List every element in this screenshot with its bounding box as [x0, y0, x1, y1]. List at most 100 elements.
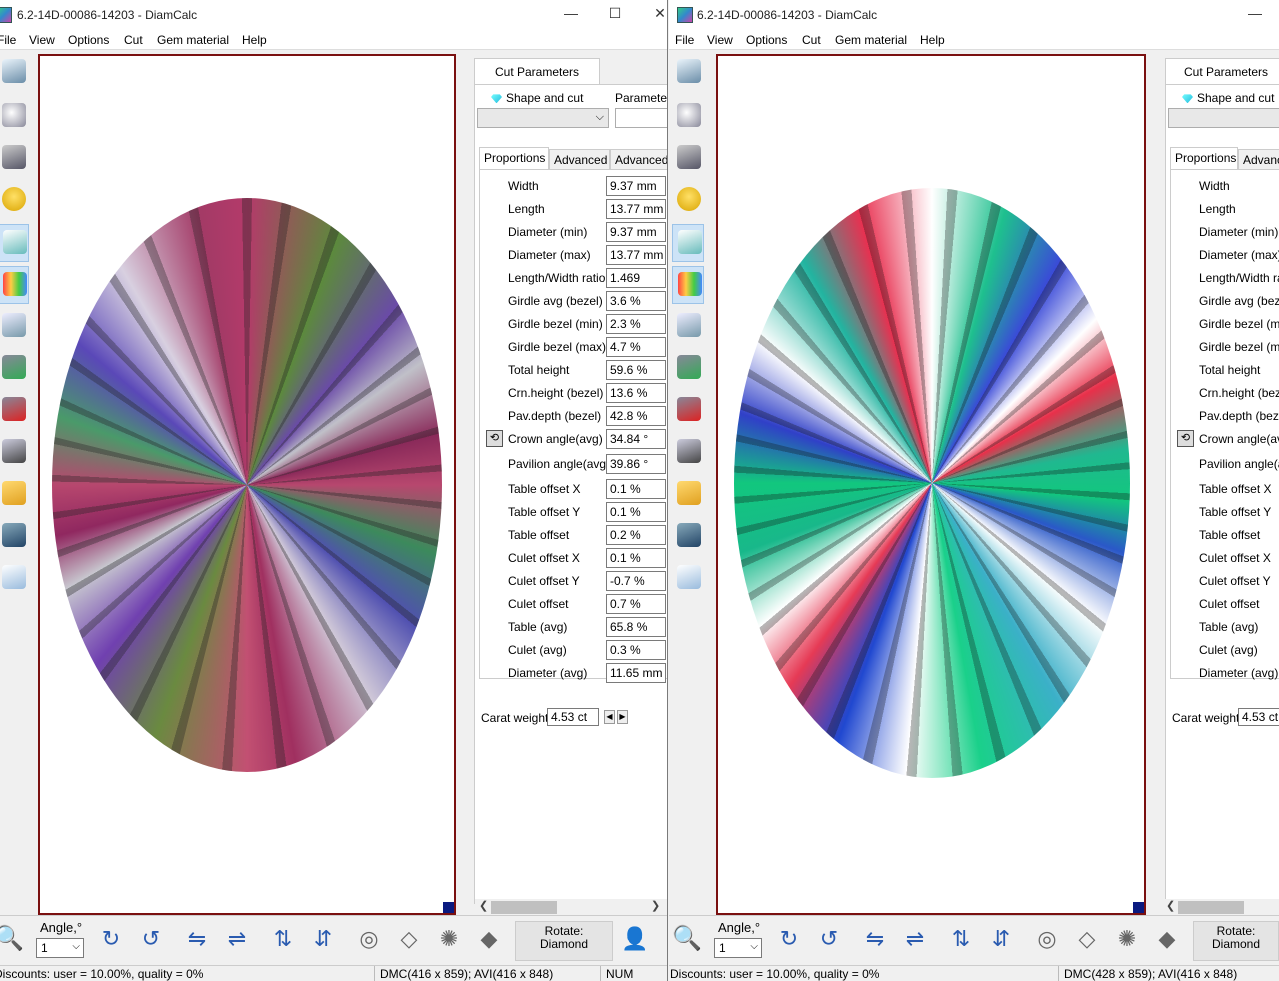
side-view-icon[interactable]: ◇ — [1072, 924, 1102, 954]
carat-decrease-button[interactable]: ◀ — [604, 710, 615, 724]
flip-horizontal-2-icon[interactable]: ⇌ — [900, 924, 930, 954]
minimize-icon[interactable]: — — [561, 5, 581, 21]
diamond-view-button[interactable] — [672, 54, 704, 92]
video-record-button[interactable] — [672, 392, 704, 430]
scroll-left-icon[interactable]: ❮ — [1166, 899, 1175, 912]
param-value-field[interactable]: 0.2 % — [606, 525, 666, 545]
rotate-ccw-icon[interactable]: ↺ — [814, 924, 844, 954]
param-value-field[interactable]: 0.1 % — [606, 479, 666, 499]
gem-material-button[interactable] — [672, 98, 704, 136]
param-value-field[interactable]: 13.6 % — [606, 383, 666, 403]
param-value-field[interactable]: 34.84 ° — [606, 429, 666, 449]
sparkle-diamond-button[interactable] — [672, 224, 704, 262]
panel-horizontal-scrollbar[interactable]: ❮ — [1162, 899, 1279, 916]
rotate-cw-icon[interactable]: ↻ — [774, 924, 804, 954]
user-icon[interactable]: 👤 — [620, 924, 650, 954]
screenshot-button[interactable] — [672, 308, 704, 346]
panel-horizontal-scrollbar[interactable]: ❮ ❯ — [475, 899, 667, 916]
menu-gem-material[interactable]: Gem material — [157, 33, 229, 47]
nav-corner-marker[interactable] — [1133, 902, 1144, 913]
rotate-ccw-icon[interactable]: ↺ — [136, 924, 166, 954]
param-value-field[interactable]: 11.65 mm — [606, 663, 666, 683]
open-file-button[interactable] — [0, 476, 29, 514]
tab-cut-parameters[interactable]: Cut Parameters — [1165, 58, 1279, 84]
param-value-field[interactable]: 0.1 % — [606, 502, 666, 522]
param-value-field[interactable]: 3.6 % — [606, 291, 666, 311]
maximize-icon[interactable]: ☐ — [605, 5, 625, 22]
shape-and-cut-select[interactable] — [1168, 108, 1279, 128]
menu-help[interactable]: Help — [920, 33, 945, 47]
tab-proportions[interactable]: Proportions — [1170, 147, 1238, 169]
rotate-cw-icon[interactable]: ↻ — [96, 924, 126, 954]
spectrum-button[interactable] — [672, 266, 704, 304]
zoom-icon[interactable]: 🔍 — [672, 924, 702, 954]
minimize-icon[interactable]: — — [1245, 5, 1265, 21]
bottom-view-icon[interactable]: ✺ — [1112, 924, 1142, 954]
menu-options[interactable]: Options — [68, 33, 109, 47]
param-value-field[interactable]: 39.86 ° — [606, 454, 666, 474]
param-value-field[interactable]: 65.8 % — [606, 617, 666, 637]
scroll-left-icon[interactable]: ❮ — [479, 899, 488, 912]
lock-angle-icon[interactable]: ⟲ — [486, 430, 503, 447]
carat-weight-field[interactable]: 4.53 ct — [1238, 708, 1279, 726]
menu-view[interactable]: View — [29, 33, 55, 47]
video-record-button[interactable] — [0, 392, 29, 430]
param-value-field[interactable]: 0.7 % — [606, 594, 666, 614]
zoom-icon[interactable]: 🔍 — [0, 924, 24, 954]
save-button[interactable] — [672, 518, 704, 556]
paint-bucket-button[interactable] — [0, 140, 29, 178]
paint-bucket-button[interactable] — [672, 140, 704, 178]
menu-help[interactable]: Help — [242, 33, 267, 47]
diamond-settings-button[interactable] — [672, 434, 704, 472]
video-play-button[interactable] — [0, 350, 29, 388]
gem-material-button[interactable] — [0, 98, 29, 136]
rotate-mode-button[interactable]: Rotate: Diamond — [1193, 921, 1279, 961]
flip-vertical-2-icon[interactable]: ⇵ — [308, 924, 338, 954]
word-export-button[interactable] — [672, 560, 704, 598]
scroll-right-icon[interactable]: ❯ — [651, 899, 660, 912]
menu-cut[interactable]: Cut — [124, 33, 143, 47]
parameters-select[interactable] — [615, 108, 667, 128]
flip-vertical-icon[interactable]: ⇅ — [946, 924, 976, 954]
param-value-field[interactable]: -0.7 % — [606, 571, 666, 591]
tab-advanced[interactable]: Advanced — [1238, 149, 1279, 169]
menu-cut[interactable]: Cut — [802, 33, 821, 47]
param-value-field[interactable]: 42.8 % — [606, 406, 666, 426]
menu-gem-material[interactable]: Gem material — [835, 33, 907, 47]
carat-increase-button[interactable]: ▶ — [617, 710, 628, 724]
param-value-field[interactable]: 9.37 mm — [606, 176, 666, 196]
spectrum-button[interactable] — [0, 266, 29, 304]
shape-and-cut-select[interactable]: ⌵ — [477, 108, 609, 128]
lighting-button[interactable] — [672, 182, 704, 220]
lighting-button[interactable] — [0, 182, 29, 220]
close-icon[interactable]: ✕ — [650, 5, 667, 22]
param-value-field[interactable]: 0.1 % — [606, 548, 666, 568]
menu-file[interactable]: File — [0, 33, 16, 47]
save-button[interactable] — [0, 518, 29, 556]
scroll-thumb[interactable] — [1178, 901, 1244, 914]
menu-options[interactable]: Options — [746, 33, 787, 47]
tab-proportions[interactable]: Proportions — [479, 147, 549, 169]
top-view-icon[interactable]: ◎ — [354, 924, 384, 954]
tab-advanced[interactable]: Advanced — [549, 149, 610, 169]
flip-vertical-2-icon[interactable]: ⇵ — [986, 924, 1016, 954]
angle-select[interactable]: 1 ⌵ — [714, 938, 762, 958]
param-value-field[interactable]: 2.3 % — [606, 314, 666, 334]
flip-horizontal-icon[interactable]: ⇋ — [182, 924, 212, 954]
tab-cut-parameters[interactable]: Cut Parameters — [474, 58, 600, 84]
tab-advanced-2[interactable]: Advanced — [610, 149, 667, 169]
perspective-view-icon[interactable]: ◆ — [1152, 924, 1182, 954]
param-value-field[interactable]: 1.469 — [606, 268, 666, 288]
diamond-view-button[interactable] — [0, 54, 29, 92]
rotate-mode-button[interactable]: Rotate: Diamond — [515, 921, 613, 961]
diamond-settings-button[interactable] — [0, 434, 29, 472]
param-value-field[interactable]: 0.3 % — [606, 640, 666, 660]
carat-weight-field[interactable]: 4.53 ct — [547, 708, 599, 726]
gem-render-canvas[interactable] — [38, 54, 456, 915]
flip-vertical-icon[interactable]: ⇅ — [268, 924, 298, 954]
flip-horizontal-2-icon[interactable]: ⇌ — [222, 924, 252, 954]
sparkle-diamond-button[interactable] — [0, 224, 29, 262]
param-value-field[interactable]: 4.7 % — [606, 337, 666, 357]
perspective-view-icon[interactable]: ◆ — [474, 924, 504, 954]
side-view-icon[interactable]: ◇ — [394, 924, 424, 954]
